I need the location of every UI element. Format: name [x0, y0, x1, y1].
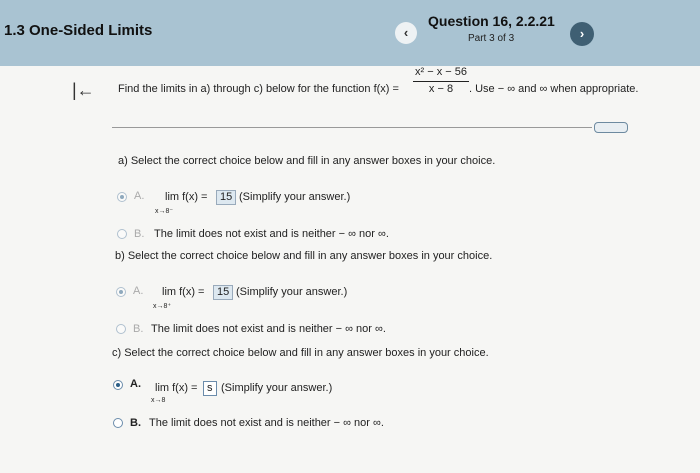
part-a-option-b-radio[interactable]	[117, 229, 127, 239]
part-a-lim: lim f(x) =	[165, 191, 208, 203]
part-c-option-b-radio[interactable]	[113, 418, 123, 428]
chevron-right-icon[interactable]: ›	[570, 22, 594, 46]
section-title: 1.3 One-Sided Limits	[4, 22, 153, 39]
header-bar: 1.3 One-Sided Limits ‹ Question 16, 2.2.…	[0, 0, 700, 66]
part-b-lim: lim f(x) =	[162, 286, 205, 298]
part-c-option-b-text: The limit does not exist and is neither …	[149, 417, 384, 429]
more-options-button[interactable]	[594, 122, 628, 133]
fraction-numerator: x² − x − 56	[415, 66, 467, 78]
question-part: Part 3 of 3	[468, 33, 515, 44]
fraction-denominator: x − 8	[428, 83, 454, 95]
part-b-prompt: b) Select the correct choice below and f…	[115, 250, 493, 262]
instruction-suffix: . Use − ∞ and ∞ when appropriate.	[469, 83, 639, 95]
part-b-option-b-text: The limit does not exist and is neither …	[151, 323, 386, 335]
part-a-option-a-radio[interactable]	[117, 192, 127, 202]
part-a-option-a-letter: A.	[134, 190, 145, 202]
part-c-hint: (Simplify your answer.)	[221, 382, 333, 394]
chevron-left-icon[interactable]: ‹	[395, 22, 417, 44]
part-c-option-a-radio[interactable]	[113, 380, 123, 390]
part-a-prompt: a) Select the correct choice below and f…	[118, 155, 496, 167]
part-a-hint: (Simplify your answer.)	[239, 191, 351, 203]
back-to-start-icon[interactable]: |←	[72, 80, 95, 101]
part-c-answer-input[interactable]: s	[203, 381, 217, 396]
part-b-option-a-radio[interactable]	[116, 287, 126, 297]
part-b-option-a-letter: A.	[133, 285, 144, 297]
part-c-option-b-letter: B.	[130, 417, 141, 429]
part-b-option-b-radio[interactable]	[116, 324, 126, 334]
part-a-lim-sub: x→8⁻	[155, 208, 174, 215]
part-b-answer-box[interactable]: 15	[213, 285, 234, 300]
part-c-lim-sub: x→8	[151, 397, 166, 404]
part-c-lim: lim f(x) =	[155, 382, 198, 394]
instruction-prefix: Find the limits in a) through c) below f…	[118, 83, 399, 95]
question-title: Question 16, 2.2.21	[428, 13, 555, 29]
fraction-bar	[413, 81, 469, 82]
part-a-option-b-letter: B.	[134, 228, 145, 240]
part-a-answer-box[interactable]: 15	[216, 190, 237, 205]
part-b-hint: (Simplify your answer.)	[236, 286, 348, 298]
part-c-prompt: c) Select the correct choice below and f…	[112, 347, 489, 359]
part-b-option-b-letter: B.	[133, 323, 144, 335]
divider	[112, 127, 592, 128]
part-b-lim-sub: x→8⁺	[153, 303, 172, 310]
part-a-option-b-text: The limit does not exist and is neither …	[154, 228, 389, 240]
part-c-option-a-letter: A.	[130, 378, 141, 390]
function-fraction: x² − x − 56 x − 8	[413, 66, 469, 95]
